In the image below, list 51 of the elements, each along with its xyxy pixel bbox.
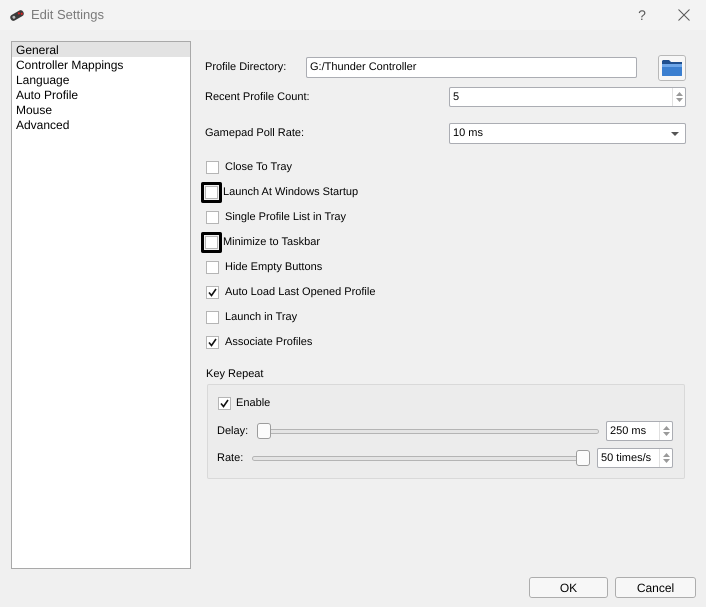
down-arrow-icon[interactable]	[676, 98, 682, 102]
checkbox[interactable]	[206, 161, 219, 174]
down-arrow-icon[interactable]	[662, 432, 670, 436]
checkbox-label: Launch At Windows Startup	[223, 185, 358, 200]
up-arrow-icon[interactable]	[662, 453, 670, 457]
slider-thumb[interactable]	[576, 450, 590, 466]
input-field[interactable]: G:/Thunder Controller	[306, 57, 637, 78]
checkbox-label: Auto Load Last Opened Profile	[225, 285, 376, 300]
checkbox[interactable]	[218, 397, 231, 410]
slider-label: Delay:	[217, 424, 248, 439]
down-arrow-icon[interactable]	[662, 459, 670, 463]
checkbox-label: Associate Profiles	[225, 335, 312, 350]
checkbox-label: Close To Tray	[225, 160, 292, 176]
combo-box[interactable]: 10 ms	[449, 123, 686, 144]
checkbox-label: Hide Empty Buttons	[225, 260, 322, 276]
folder-icon	[662, 59, 682, 76]
spin-box[interactable]: 5	[449, 87, 686, 107]
field-label: Recent Profile Count:	[205, 90, 310, 105]
dialog-button[interactable]: OK	[529, 577, 608, 598]
dialog-button[interactable]: Cancel	[615, 577, 696, 598]
field-label: Gamepad Poll Rate:	[205, 126, 304, 142]
spin-box[interactable]: 250 ms	[606, 421, 673, 441]
checkbox-label: Minimize to Taskbar	[223, 235, 320, 250]
category-item[interactable]: General	[12, 42, 190, 57]
slider-label: Rate:	[217, 450, 244, 466]
checkmark-icon	[208, 288, 217, 297]
checkbox[interactable]	[206, 311, 219, 324]
checkmark-icon	[208, 338, 217, 347]
slider-track[interactable]	[252, 450, 590, 466]
checkbox[interactable]	[206, 261, 219, 274]
browse-button[interactable]	[658, 54, 686, 80]
spin-box[interactable]: 50 times/s	[597, 448, 673, 468]
field-label: Profile Directory:	[205, 60, 288, 76]
checkbox-label: Launch in Tray	[225, 310, 298, 326]
checkbox[interactable]	[206, 286, 219, 299]
close-icon	[678, 9, 690, 21]
caret-icon	[671, 132, 679, 136]
checkbox[interactable]	[206, 211, 219, 224]
checkbox-label: Single Profile List in Tray	[225, 210, 346, 226]
slider-thumb[interactable]	[257, 423, 272, 439]
window-title: Edit Settings	[31, 6, 104, 24]
up-arrow-icon[interactable]	[676, 92, 682, 96]
group-title: Key Repeat	[205, 367, 264, 381]
checkbox[interactable]	[205, 186, 218, 199]
slider-track[interactable]	[257, 423, 599, 439]
checkbox[interactable]	[206, 336, 219, 349]
up-arrow-icon[interactable]	[662, 426, 670, 430]
checkbox[interactable]	[205, 236, 218, 249]
checkmark-icon	[220, 399, 229, 408]
help-button[interactable]: ?	[624, 2, 660, 28]
checkbox-label: Enable	[236, 396, 270, 412]
